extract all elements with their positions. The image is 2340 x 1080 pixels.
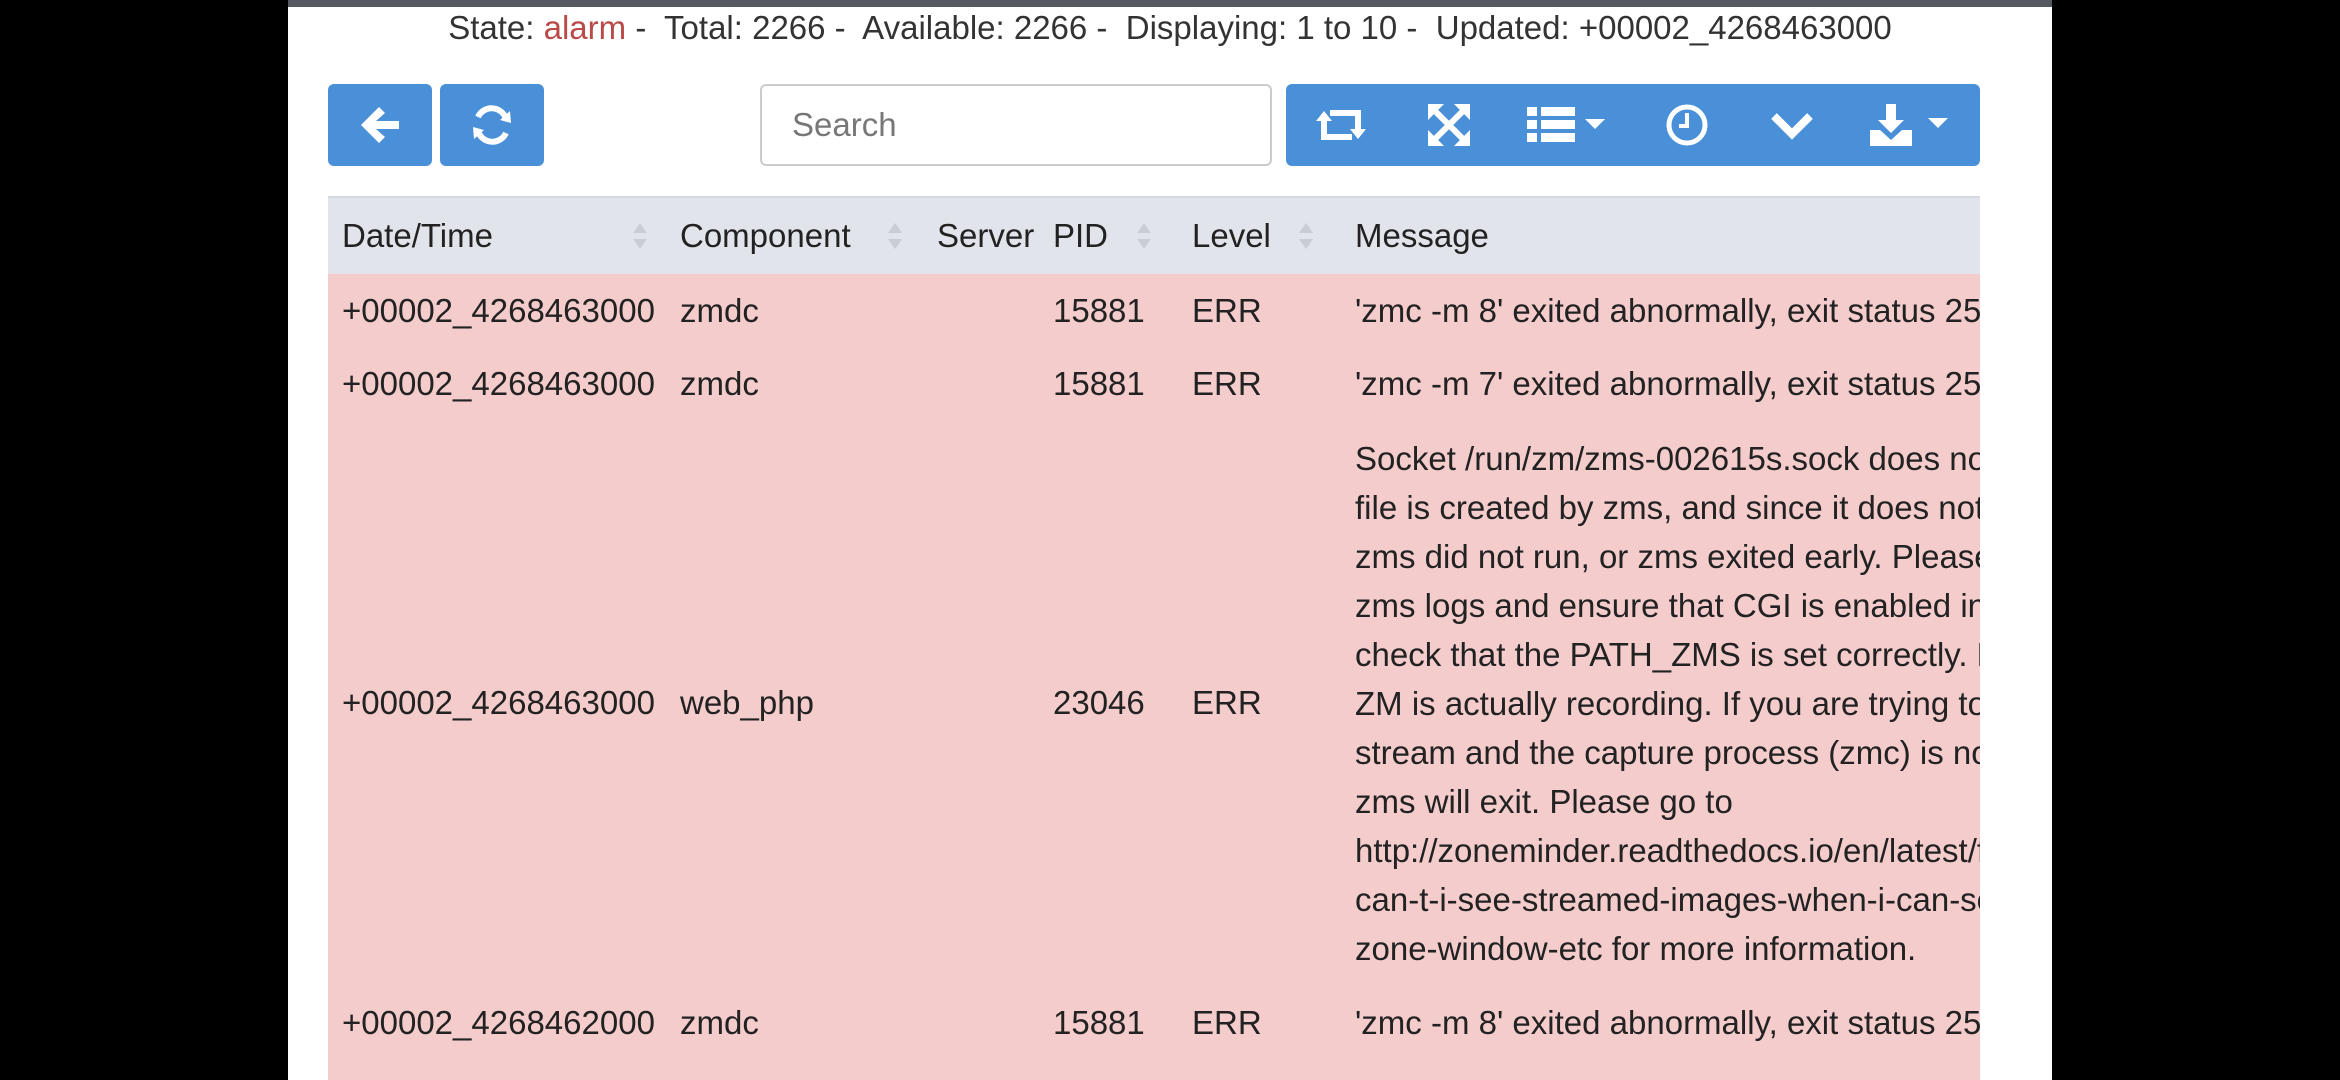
cell-component: zmdc [666, 986, 923, 1059]
cell-level: ERR [1178, 420, 1341, 986]
table-row[interactable]: +00002_4268462000 zmdc 15881 ERR 'zmc -m… [328, 986, 1980, 1059]
table-toolbar [1286, 84, 1980, 166]
column-header-message[interactable]: Message [1341, 196, 1980, 274]
cell-component: zmdc [666, 347, 923, 420]
chevron-down-icon [1770, 110, 1814, 140]
table-header-row: Date/Time Component Server PID Level Mes… [328, 196, 1980, 274]
cell-component: web_php [666, 420, 923, 986]
back-button[interactable] [328, 84, 432, 166]
cell-pid: 15881 [1039, 274, 1178, 347]
cell-level: ERR [1178, 274, 1341, 347]
column-header-level[interactable]: Level [1178, 196, 1341, 274]
columns-button[interactable] [1502, 84, 1632, 166]
search-input[interactable] [760, 84, 1272, 166]
cell-message: 'zmc -m 8' exited abnormally, exit statu… [1341, 986, 1980, 1059]
column-header-server[interactable]: Server [923, 196, 1039, 274]
table-row[interactable]: +00002_4268463000 zmdc 15881 ERR 'zmc -m… [328, 274, 1980, 347]
cell-pid: 23046 [1039, 420, 1178, 986]
cell-datetime: +00002_4268462000 [328, 986, 666, 1059]
fullscreen-icon [1428, 104, 1470, 146]
cell-datetime: +00002_4268462000 [328, 1059, 666, 1080]
cell-server [923, 420, 1039, 986]
cell-component: zmdc [666, 274, 923, 347]
toggle-view-icon [1316, 107, 1366, 143]
cell-datetime: +00002_4268463000 [328, 347, 666, 420]
cell-server [923, 274, 1039, 347]
sort-icon [1299, 223, 1313, 249]
arrow-left-icon [359, 105, 401, 145]
cell-message: 'zmc -m 8' exited abnormally, exit statu… [1341, 274, 1980, 347]
table-row[interactable]: +00002_4268463000 zmdc 15881 ERR 'zmc -m… [328, 347, 1980, 420]
fullscreen-button[interactable] [1396, 84, 1502, 166]
column-header-pid[interactable]: PID [1039, 196, 1178, 274]
sort-icon [888, 223, 902, 249]
status-summary: - Total: 2266 - Available: 2266 - Displa… [626, 9, 1892, 46]
refresh-icon [470, 103, 514, 147]
log-panel: State: alarm - Total: 2266 - Available: … [288, 0, 2052, 1080]
cell-pid: 15881 [1039, 986, 1178, 1059]
cell-message: 'zmc -m 7' exited abnormally, exit statu… [1341, 1059, 1980, 1080]
log-table: Date/Time Component Server PID Level Mes… [328, 196, 1980, 1080]
cell-message: 'zmc -m 7' exited abnormally, exit statu… [1341, 347, 1980, 420]
cell-level: ERR [1178, 986, 1341, 1059]
cell-datetime: +00002_4268463000 [328, 274, 666, 347]
download-icon [1870, 104, 1952, 146]
cell-server [923, 347, 1039, 420]
cell-server [923, 986, 1039, 1059]
clock-icon [1665, 103, 1709, 147]
cell-pid: 15881 [1039, 347, 1178, 420]
cell-component: zmdc [666, 1059, 923, 1080]
cell-pid: 15881 [1039, 1059, 1178, 1080]
cell-datetime: +00002_4268463000 [328, 420, 666, 986]
state-label: State: [448, 9, 544, 46]
top-bar [288, 0, 2052, 7]
cell-level: ERR [1178, 347, 1341, 420]
column-header-component[interactable]: Component [666, 196, 923, 274]
cell-level: ERR [1178, 1059, 1341, 1080]
table-row[interactable]: +00002_4268463000 web_php 23046 ERR Sock… [328, 420, 1980, 986]
toggle-details-button[interactable] [1742, 84, 1842, 166]
column-header-datetime[interactable]: Date/Time [328, 196, 666, 274]
sort-icon [633, 223, 647, 249]
table-row[interactable]: +00002_4268462000 zmdc 15881 ERR 'zmc -m… [328, 1059, 1980, 1080]
sort-icon [1137, 223, 1151, 249]
export-button[interactable] [1842, 84, 1980, 166]
cell-server [923, 1059, 1039, 1080]
auto-refresh-button[interactable] [1632, 84, 1742, 166]
cell-message: Socket /run/zm/zms-002615s.sock does not… [1341, 420, 1980, 986]
state-value: alarm [543, 9, 627, 46]
status-line: State: alarm - Total: 2266 - Available: … [288, 9, 2052, 47]
columns-list-icon [1527, 105, 1607, 145]
refresh-button[interactable] [440, 84, 544, 166]
toggle-view-button[interactable] [1286, 84, 1396, 166]
